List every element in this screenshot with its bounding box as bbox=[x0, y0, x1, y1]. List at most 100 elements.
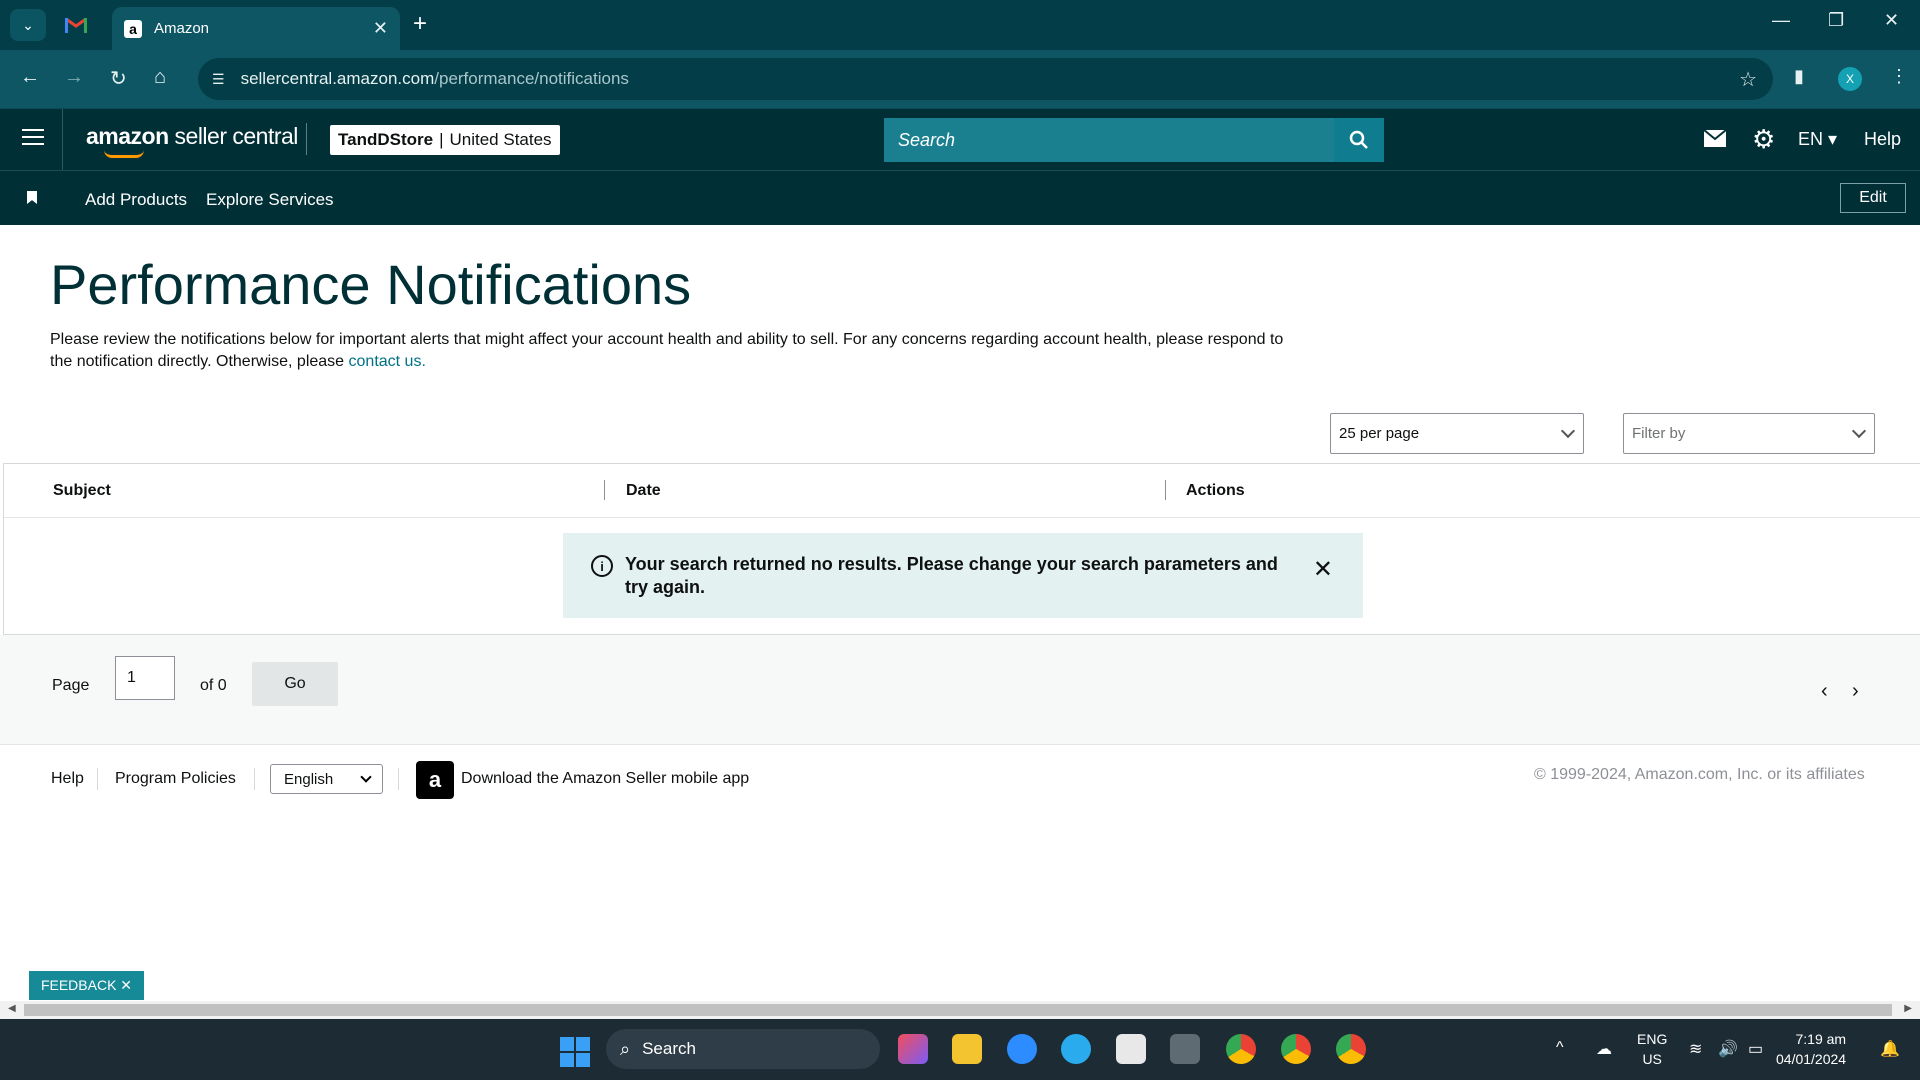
footer-divider bbox=[254, 768, 255, 790]
active-tab[interactable]: a Amazon ✕ bbox=[112, 7, 400, 50]
copilot-app-icon[interactable] bbox=[898, 1034, 928, 1064]
column-divider bbox=[604, 480, 605, 500]
url-text: sellercentral.amazon.com/performance/not… bbox=[240, 69, 629, 88]
column-subject[interactable]: Subject bbox=[53, 482, 111, 500]
onedrive-cloud-icon[interactable]: ☁ bbox=[1596, 1039, 1612, 1059]
edit-bookmarks-button[interactable]: Edit bbox=[1840, 183, 1906, 213]
site-settings-icon[interactable]: ☰ bbox=[212, 71, 225, 88]
close-window-icon[interactable]: ✕ bbox=[1884, 10, 1899, 31]
column-date[interactable]: Date bbox=[626, 482, 661, 500]
per-page-select[interactable]: 25 per page bbox=[1330, 413, 1584, 454]
chrome-active-app-icon[interactable] bbox=[1281, 1034, 1311, 1064]
amazon-smile-icon bbox=[104, 150, 144, 158]
nav-add-products[interactable]: Add Products bbox=[85, 190, 187, 210]
new-tab-icon[interactable]: + bbox=[413, 10, 427, 38]
browser-toolbar: ← → ↻ ⌂ ☰ sellercentral.amazon.com/perfo… bbox=[0, 50, 1920, 108]
intro-text: Please review the notifications below fo… bbox=[50, 331, 1284, 370]
bookmark-star-icon[interactable]: ☆ bbox=[1739, 67, 1757, 92]
home-icon[interactable]: ⌂ bbox=[154, 66, 166, 89]
volume-icon[interactable]: 🔊 bbox=[1718, 1039, 1738, 1059]
download-app-link[interactable]: Download the Amazon Seller mobile app bbox=[461, 770, 749, 788]
windows-taskbar: ⌕ Search ^ ☁ ENG US ≋ 🔊 ▭ 7:19 am 04/01/202… bbox=[0, 1019, 1920, 1080]
table-header: Subject Date Actions bbox=[4, 464, 1920, 518]
calculator-app-icon[interactable] bbox=[1170, 1034, 1200, 1064]
nav-explore-services[interactable]: Explore Services bbox=[206, 190, 334, 210]
logo-separator bbox=[306, 123, 307, 155]
bookmark-nav-bar: Add Products Explore Services Edit bbox=[0, 170, 1920, 225]
page-footer: Help Program Policies English a Download… bbox=[0, 746, 1920, 816]
amazon-app-icon[interactable]: a bbox=[416, 761, 454, 799]
footer-language-select[interactable]: English bbox=[270, 764, 383, 794]
notification-bell-icon[interactable]: 🔔 bbox=[1880, 1039, 1900, 1059]
chevron-down-icon bbox=[360, 771, 372, 783]
taskbar-search[interactable]: ⌕ Search bbox=[606, 1029, 880, 1069]
next-page-icon[interactable]: › bbox=[1852, 680, 1859, 703]
header-search-button[interactable] bbox=[1334, 118, 1384, 162]
wifi-icon[interactable]: ≋ bbox=[1689, 1039, 1702, 1059]
battery-icon[interactable]: ▭ bbox=[1748, 1039, 1763, 1059]
chrome-profile-app-icon[interactable] bbox=[1336, 1034, 1366, 1064]
file-explorer-icon[interactable] bbox=[952, 1034, 982, 1064]
program-policies-link[interactable]: Program Policies bbox=[115, 770, 236, 788]
info-icon: i bbox=[591, 555, 613, 577]
store-switcher[interactable]: TandDStore | United States bbox=[330, 125, 560, 155]
no-results-alert: i Your search returned no results. Pleas… bbox=[563, 533, 1363, 618]
footer-divider bbox=[97, 768, 98, 790]
search-icon: ⌕ bbox=[620, 1038, 631, 1059]
header-divider bbox=[62, 109, 63, 171]
seller-central-header: amazon seller central TandDStore | United … bbox=[0, 108, 1920, 171]
alert-message: Your search returned no results. Please … bbox=[625, 554, 1278, 597]
address-bar[interactable]: ☰ sellercentral.amazon.com/performance/n… bbox=[198, 58, 1773, 100]
telegram-app-icon[interactable] bbox=[1061, 1034, 1091, 1064]
chrome-app-icon[interactable] bbox=[1226, 1034, 1256, 1064]
contact-us-link[interactable]: contact us. bbox=[349, 353, 426, 370]
gmail-tab-icon[interactable] bbox=[64, 14, 88, 36]
footer-divider bbox=[398, 768, 399, 790]
snipping-tool-icon[interactable] bbox=[1116, 1034, 1146, 1064]
amazon-favicon-icon: a bbox=[124, 19, 142, 38]
close-tab-icon[interactable]: ✕ bbox=[373, 18, 388, 39]
header-help-link[interactable]: Help bbox=[1864, 129, 1901, 150]
column-actions: Actions bbox=[1186, 482, 1245, 499]
forward-icon[interactable]: → bbox=[64, 66, 84, 89]
tab-search-chevron-icon[interactable]: ⌄ bbox=[10, 9, 46, 41]
bookmark-icon[interactable] bbox=[27, 191, 37, 204]
side-panel-icon[interactable]: ▮ bbox=[1794, 66, 1804, 87]
previous-page-icon[interactable]: ‹ bbox=[1821, 680, 1828, 703]
taskbar-clock[interactable]: 7:19 am 04/01/2024 bbox=[1776, 1029, 1846, 1069]
mail-icon[interactable] bbox=[1703, 127, 1727, 153]
hamburger-menu-icon[interactable] bbox=[22, 129, 44, 147]
input-language-indicator[interactable]: ENG US bbox=[1637, 1029, 1667, 1069]
scroll-right-icon[interactable]: ▶ bbox=[1904, 1003, 1912, 1014]
pagination-bar: Page 1 of 0 Go ‹ › bbox=[0, 635, 1920, 745]
show-hidden-icons-icon[interactable]: ^ bbox=[1556, 1039, 1564, 1057]
menu-kebab-icon[interactable]: ⋮ bbox=[1890, 66, 1908, 87]
language-selector[interactable]: EN ▾ bbox=[1798, 129, 1837, 150]
reload-icon[interactable]: ↻ bbox=[110, 66, 127, 91]
scrollbar-thumb[interactable] bbox=[24, 1004, 1892, 1016]
minimize-icon[interactable]: — bbox=[1772, 10, 1790, 31]
horizontal-scrollbar[interactable]: ◀ ▶ bbox=[0, 1001, 1920, 1019]
back-icon[interactable]: ← bbox=[20, 66, 40, 89]
gear-icon[interactable]: ⚙ bbox=[1752, 124, 1775, 155]
restore-icon[interactable]: ❐ bbox=[1828, 10, 1844, 31]
header-search-input[interactable]: Search bbox=[884, 118, 1334, 162]
footer-help-link[interactable]: Help bbox=[51, 770, 84, 788]
tab-title: Amazon bbox=[154, 20, 210, 37]
close-alert-icon[interactable]: ✕ bbox=[1313, 555, 1333, 584]
scroll-left-icon[interactable]: ◀ bbox=[8, 1003, 16, 1014]
filter-by-select[interactable]: Filter by bbox=[1623, 413, 1875, 454]
profile-avatar[interactable]: X bbox=[1838, 67, 1862, 91]
page-label: Page bbox=[52, 677, 90, 694]
search-icon bbox=[1349, 130, 1368, 149]
zoom-app-icon[interactable] bbox=[1007, 1034, 1037, 1064]
windows-start-icon[interactable] bbox=[560, 1037, 590, 1067]
feedback-button[interactable]: FEEDBACK ✕ bbox=[29, 971, 144, 1000]
chevron-down-icon bbox=[1560, 423, 1576, 439]
go-button[interactable]: Go bbox=[252, 662, 338, 706]
copyright-text: © 1999-2024, Amazon.com, Inc. or its aff… bbox=[1534, 766, 1865, 783]
page-number-input[interactable]: 1 bbox=[115, 656, 175, 700]
seller-central-logo[interactable]: amazon seller central bbox=[86, 123, 298, 158]
chevron-down-icon bbox=[1851, 423, 1867, 439]
browser-tab-bar: ⌄ a Amazon ✕ + — ❐ ✕ bbox=[0, 0, 1920, 50]
